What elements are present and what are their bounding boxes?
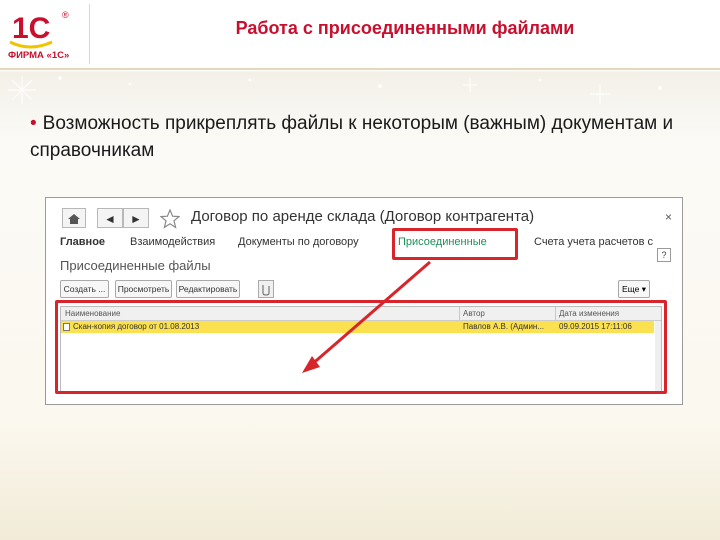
highlight-files-table (55, 300, 667, 394)
section-title: Присоединенные файлы (60, 258, 211, 273)
back-button[interactable]: ◄ (97, 208, 123, 228)
star-icon (159, 208, 181, 229)
highlight-attached-tab (392, 228, 518, 260)
edit-button[interactable]: Редактировать (176, 280, 240, 298)
bullet-marker: • (30, 113, 37, 134)
more-button[interactable]: Еще ▾ (618, 280, 650, 298)
tab-interactions[interactable]: Взаимодействия (130, 236, 215, 248)
registered-mark: ® (62, 10, 69, 20)
paperclip-icon (262, 285, 270, 296)
logo-1c-icon: 1С ® ФИРМА «1С» (8, 10, 69, 61)
home-icon (68, 214, 80, 224)
company-logo: 1С ® ФИРМА «1С» (0, 0, 88, 68)
header-bar: 1С ® ФИРМА «1С» Работа с присоединенными… (0, 0, 720, 68)
favorite-star-button[interactable] (159, 208, 181, 234)
logo-caption: ФИРМА «1С» (8, 50, 69, 61)
tab-contract-documents[interactable]: Документы по договору (238, 236, 359, 248)
view-button[interactable]: Просмотреть (115, 280, 172, 298)
tab-main[interactable]: Главное (60, 236, 105, 248)
header-divider (89, 4, 90, 64)
close-icon[interactable]: × (665, 210, 672, 224)
tab-settlement-accounts[interactable]: Счета учета расчетов с (534, 236, 653, 248)
bullet-text: Возможность прикреплять файлы к некоторы… (30, 113, 674, 161)
create-button[interactable]: Создать ... (60, 280, 109, 298)
forward-button[interactable]: ► (123, 208, 149, 228)
bullet-point: • Возможность прикреплять файлы к некотор… (30, 110, 700, 164)
logo-mark-text: 1С (12, 12, 50, 45)
help-button[interactable]: ? (657, 248, 671, 262)
attach-button[interactable] (258, 280, 274, 298)
home-button[interactable] (62, 208, 86, 228)
window-title: Договор по аренде склада (Договор контра… (191, 208, 535, 225)
slide-title: Работа с присоединенными файлами (235, 18, 575, 38)
